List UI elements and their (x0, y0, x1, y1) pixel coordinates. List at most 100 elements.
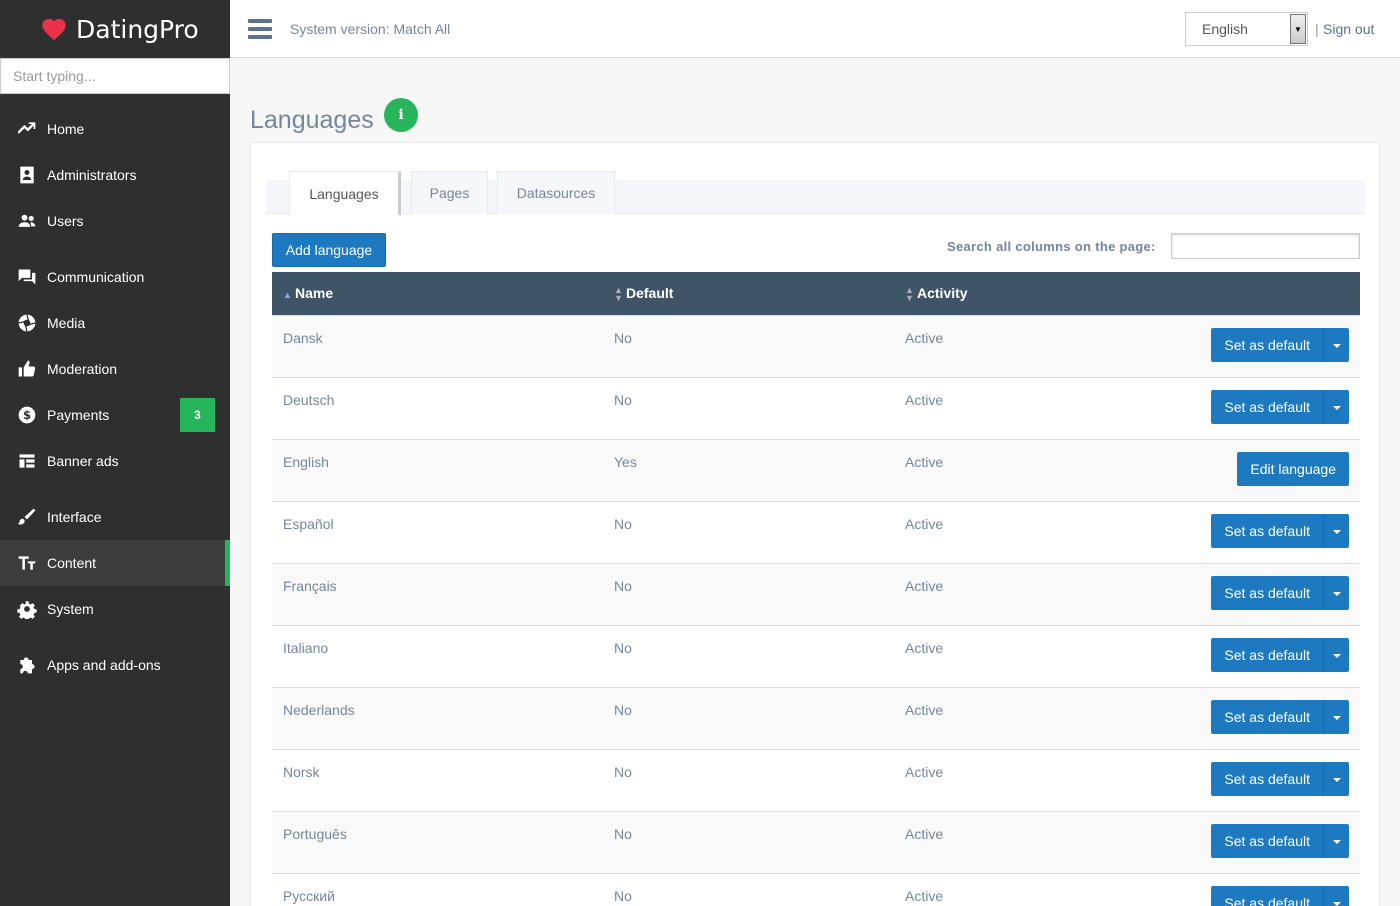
caret-down-icon[interactable] (1324, 575, 1349, 610)
set-as-default-button[interactable]: Set as default (1211, 699, 1324, 734)
info-icon[interactable]: i (384, 98, 418, 132)
set-default-button-group: Set as default (1211, 761, 1349, 796)
activity-value: Active (905, 562, 1105, 625)
default-value: No (614, 376, 905, 439)
caret-down-icon[interactable] (1324, 885, 1349, 906)
sidebar-item-home[interactable]: Home (0, 106, 230, 152)
sidebar-item-users[interactable]: Users (0, 198, 230, 244)
caret-down-icon[interactable] (1324, 637, 1349, 672)
default-value: No (614, 562, 905, 625)
table-row: Русский No Active Set as default (272, 872, 1360, 906)
text-size-icon (16, 552, 38, 574)
sort-icon: ▲ ▼ (614, 284, 623, 303)
default-value: No (614, 624, 905, 687)
activity-value: Active (905, 624, 1105, 687)
set-as-default-button[interactable]: Set as default (1211, 389, 1324, 424)
column-header-activity[interactable]: ▲ ▼ Activity (905, 272, 1105, 315)
set-as-default-button[interactable]: Set as default (1211, 637, 1324, 672)
row-actions: Set as default (1105, 810, 1360, 873)
default-value: No (614, 748, 905, 811)
tab-pages[interactable]: Pages (411, 171, 488, 214)
hamburger-menu-icon[interactable] (248, 18, 272, 39)
set-default-button-group: Set as default (1211, 699, 1349, 734)
caret-down-icon[interactable] (1324, 761, 1349, 796)
column-header-default[interactable]: ▲ ▼ Default (614, 272, 905, 315)
sidebar-item-apps[interactable]: Apps and add-ons (0, 642, 230, 688)
sidebar-search-input[interactable]: Start typing... (0, 58, 230, 94)
default-value: No (614, 872, 905, 906)
set-default-button-group: Set as default (1211, 575, 1349, 610)
caret-down-icon[interactable] (1324, 327, 1349, 362)
sidebar-item-label: Apps and add-ons (47, 657, 161, 673)
row-actions: Set as default (1105, 314, 1360, 377)
set-as-default-button[interactable]: Set as default (1211, 327, 1324, 362)
set-default-button-group: Set as default (1211, 885, 1349, 906)
activity-value: Active (905, 376, 1105, 439)
logo[interactable]: DatingPro (0, 0, 230, 58)
dollar-icon: $ (16, 404, 38, 426)
default-value: No (614, 500, 905, 563)
dropdown-arrow-icon[interactable]: ▼ (1290, 14, 1306, 44)
content-panel: Languages Pages Datasources Add language… (250, 142, 1380, 906)
caret-down-icon[interactable] (1324, 513, 1349, 548)
caret-down-icon[interactable] (1324, 389, 1349, 424)
sidebar-item-system[interactable]: System (0, 586, 230, 632)
trend-icon (16, 118, 38, 140)
row-actions: Set as default (1105, 748, 1360, 811)
default-value: No (614, 810, 905, 873)
sidebar-item-label: Interface (47, 509, 102, 525)
separator: | (1315, 21, 1319, 37)
layout-icon (16, 450, 38, 472)
set-as-default-button[interactable]: Set as default (1211, 823, 1324, 858)
sidebar-item-label: Media (47, 315, 86, 331)
set-default-button-group: Set as default (1211, 389, 1349, 424)
add-language-button[interactable]: Add language (272, 233, 386, 267)
sort-icon: ▲ ▼ (905, 284, 914, 303)
sidebar-item-administrators[interactable]: Administrators (0, 152, 230, 198)
tab-datasources[interactable]: Datasources (497, 171, 615, 214)
edit-language-button[interactable]: Edit language (1237, 451, 1349, 486)
heart-logo-icon (42, 18, 66, 41)
sidebar-item-payments[interactable]: $ Payments 3 (0, 392, 230, 438)
sign-out-link[interactable]: Sign out (1323, 21, 1374, 37)
table-row: Français No Active Set as default (272, 562, 1360, 625)
set-as-default-button[interactable]: Set as default (1211, 575, 1324, 610)
caret-down-icon[interactable] (1324, 699, 1349, 734)
column-header-label: Default (626, 284, 674, 301)
caret-down-icon[interactable] (1324, 823, 1349, 858)
activity-value: Active (905, 872, 1105, 906)
table-header-row: ▲ Name ▲ ▼ Default ▲ ▼ Activity (272, 272, 1360, 315)
language-name: Nederlands (272, 686, 614, 749)
row-actions: Set as default (1105, 562, 1360, 625)
page-title: Languages (250, 106, 374, 134)
activity-value: Active (905, 314, 1105, 377)
language-name: Deutsch (272, 376, 614, 439)
puzzle-icon (16, 654, 38, 676)
language-name: Español (272, 500, 614, 563)
sidebar-item-communication[interactable]: Communication (0, 254, 230, 300)
language-name: Français (272, 562, 614, 625)
sidebar-item-moderation[interactable]: Moderation (0, 346, 230, 392)
set-as-default-button[interactable]: Set as default (1211, 761, 1324, 796)
column-header-label: Activity (917, 284, 968, 301)
svg-text:$: $ (23, 408, 31, 422)
table-search-input[interactable] (1171, 233, 1360, 259)
sidebar: DatingPro Start typing... Home Administr… (0, 0, 230, 906)
gear-icon (16, 598, 38, 620)
sidebar-item-content[interactable]: Content (0, 540, 230, 586)
set-default-button-group: Set as default (1211, 637, 1349, 672)
activity-value: Active (905, 810, 1105, 873)
table-row: Norsk No Active Set as default (272, 748, 1360, 811)
tab-languages[interactable]: Languages (289, 171, 401, 215)
sidebar-item-interface[interactable]: Interface (0, 494, 230, 540)
language-name: Русский (272, 872, 614, 906)
system-version: System version: Match All (290, 20, 451, 37)
sidebar-item-media[interactable]: Media (0, 300, 230, 346)
set-as-default-button[interactable]: Set as default (1211, 885, 1324, 906)
activity-value: Active (905, 686, 1105, 749)
sidebar-item-banner-ads[interactable]: Banner ads (0, 438, 230, 484)
set-as-default-button[interactable]: Set as default (1211, 513, 1324, 548)
column-header-name[interactable]: ▲ Name (272, 272, 614, 315)
language-select[interactable]: English ▼ (1185, 12, 1308, 46)
activity-value: Active (905, 748, 1105, 811)
